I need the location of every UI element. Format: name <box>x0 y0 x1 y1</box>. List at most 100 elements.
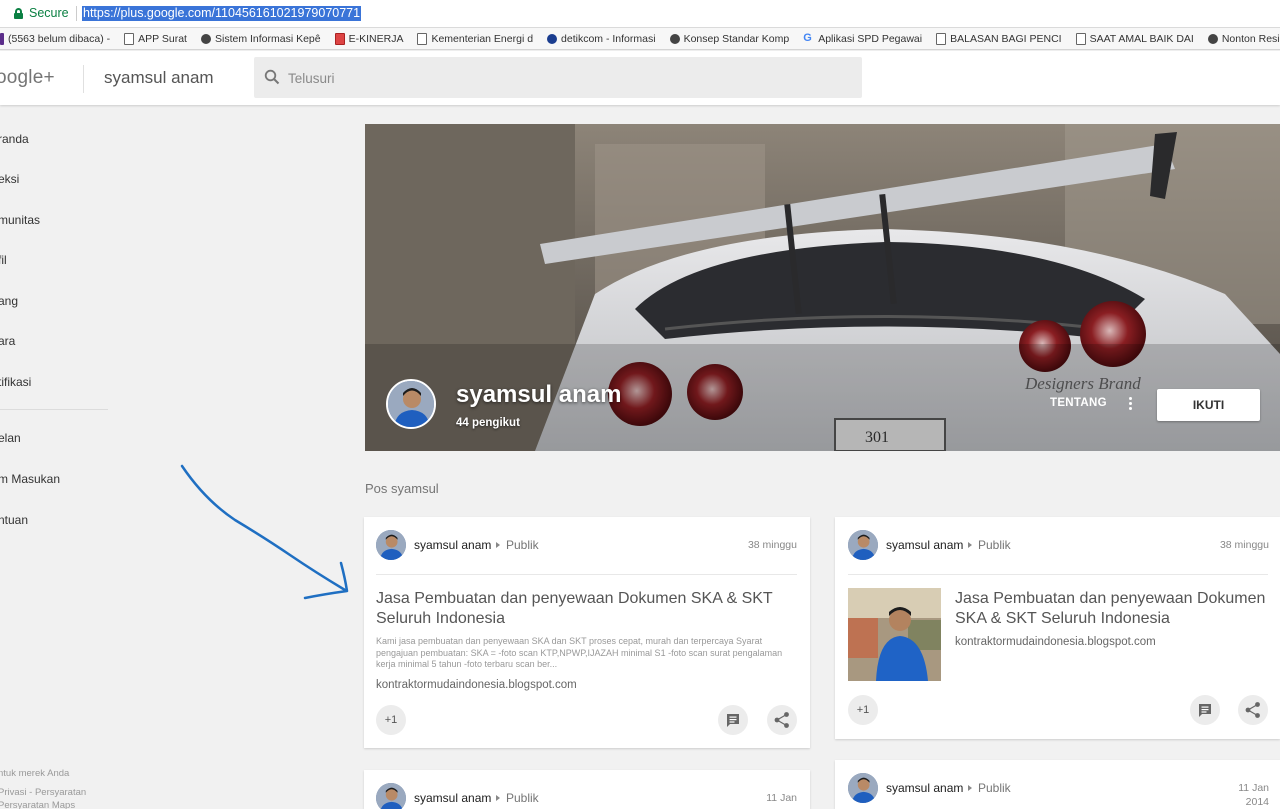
bookmark-label: Sistem Informasi Kepê <box>214 32 321 45</box>
thumbnail-photo <box>848 588 941 681</box>
post-card: syamsul anam Publik 38 minggu Jasa Pembu… <box>364 517 810 748</box>
avatar-photo <box>848 773 878 803</box>
bookmark-label: (5563 belum dibaca) - <box>8 32 111 45</box>
sidebar-footer-link[interactable]: Privasi - Persyaratan <box>0 787 86 798</box>
bookmark-item[interactable]: detikcom - Informasi <box>547 33 656 45</box>
share-button[interactable] <box>767 705 797 735</box>
secure-label: Secure <box>29 6 69 20</box>
avatar-photo <box>848 530 878 560</box>
comment-button[interactable] <box>718 705 748 735</box>
chevron-right-icon <box>968 785 972 791</box>
sidebar-item-profil[interactable]: fil <box>0 253 7 267</box>
avatar-photo <box>376 530 406 560</box>
post-author[interactable]: syamsul anam <box>886 538 963 552</box>
sidebar-item-orang[interactable]: ang <box>0 294 18 308</box>
post-time-year: 2014 <box>1245 796 1269 808</box>
share-button[interactable] <box>1238 695 1268 725</box>
page-icon <box>1075 32 1086 45</box>
address-divider <box>76 6 77 21</box>
post-time[interactable]: 11 Jan <box>766 792 797 804</box>
emblem-icon <box>200 33 211 44</box>
bookmark-label: BALASAN BAGI PENCI <box>950 32 1062 45</box>
post-author[interactable]: syamsul anam <box>886 781 963 795</box>
bookmark-label: E-KINERJA <box>348 32 404 45</box>
card-divider <box>848 574 1268 575</box>
sidebar-footer-link[interactable]: Persyaratan Maps <box>0 800 75 809</box>
link-domain[interactable]: kontraktormudaindonesia.blogspot.com <box>955 636 1156 648</box>
page-title: syamsul anam <box>104 68 214 87</box>
post-visibility: Publik <box>978 538 1011 552</box>
chevron-right-icon <box>496 795 500 801</box>
bookmark-label: Aplikasi SPD Pegawai <box>818 32 923 45</box>
link-title[interactable]: Jasa Pembuatan dan penyewaan Dokumen SKA… <box>376 589 796 629</box>
bookmarks-bar: (5563 belum dibaca) - APP Surat Sistem I… <box>0 28 1280 50</box>
bookmark-item[interactable]: Konsep Standar Komp <box>669 32 790 45</box>
bookmark-item[interactable]: BALASAN BAGI PENCI <box>936 32 1062 45</box>
about-button[interactable]: TENTANG <box>1050 397 1107 409</box>
link-thumbnail[interactable] <box>848 588 941 681</box>
follower-count[interactable]: 44 pengikut <box>456 417 520 429</box>
page-icon <box>124 32 135 45</box>
share-icon <box>1245 702 1260 718</box>
link-title[interactable]: Jasa Pembuatan dan penyewaan Dokumen SKA… <box>955 589 1267 629</box>
sidebar-item-setelan[interactable]: elan <box>0 431 21 445</box>
bookmark-item[interactable]: E-KINERJA <box>334 32 404 45</box>
sidebar-item-koleksi[interactable]: eksi <box>0 172 19 186</box>
bookmark-item[interactable]: Kementerian Energi d <box>417 32 534 45</box>
post-time[interactable]: 38 minggu <box>748 539 797 551</box>
bookmark-item[interactable]: (5563 belum dibaca) - <box>0 32 111 45</box>
post-time[interactable]: 11 Jan <box>1238 782 1269 794</box>
bookmark-item[interactable]: APP Surat <box>124 32 187 45</box>
avatar[interactable] <box>376 783 406 809</box>
app-header: oogle+ syamsul anam <box>0 51 1280 105</box>
secure-indicator[interactable]: Secure <box>14 6 69 20</box>
bookmark-label: Kementerian Energi d <box>431 32 534 45</box>
post-card: syamsul anam Publik 11 Jan <box>364 770 810 809</box>
post-author[interactable]: syamsul anam <box>414 791 491 805</box>
avatar-photo <box>388 381 434 427</box>
post-card: syamsul anam Publik 11 Jan 2014 <box>835 760 1280 809</box>
avatar[interactable] <box>376 530 406 560</box>
profile-avatar[interactable] <box>386 379 436 429</box>
plus-one-button[interactable]: +1 <box>848 695 878 725</box>
sidebar-item-acara[interactable]: ara <box>0 334 15 348</box>
profile-cover: 301 Designers Brand syamsul anam 44 peng… <box>365 124 1280 451</box>
film-icon <box>1207 33 1218 44</box>
bookmark-item[interactable]: G Aplikasi SPD Pegawai <box>803 33 922 45</box>
bookmark-item[interactable]: Sistem Informasi Kepê <box>200 32 321 45</box>
follow-button[interactable]: IKUTI <box>1157 389 1260 421</box>
comment-button[interactable] <box>1190 695 1220 725</box>
search-box[interactable] <box>254 57 862 98</box>
share-icon <box>774 712 789 728</box>
post-time[interactable]: 38 minggu <box>1220 539 1269 551</box>
sidebar-footer-link[interactable]: ntuk merek Anda <box>0 768 69 779</box>
post-visibility: Publik <box>978 781 1011 795</box>
post-visibility: Publik <box>506 791 539 805</box>
bookmark-label: Konsep Standar Komp <box>683 32 790 45</box>
search-input[interactable] <box>288 68 848 88</box>
plus-one-button[interactable]: +1 <box>376 705 406 735</box>
avatar[interactable] <box>848 530 878 560</box>
browser-address-bar: Secure https://plus.google.com/110456161… <box>0 0 1280 28</box>
link-description: Kami jasa pembuatan dan penyewaan SKA da… <box>376 636 783 669</box>
post-author[interactable]: syamsul anam <box>414 538 491 552</box>
sidebar-item-beranda[interactable]: randa <box>0 132 29 146</box>
more-options-icon[interactable] <box>1125 396 1135 414</box>
link-domain[interactable]: kontraktormudaindonesia.blogspot.com <box>376 679 577 691</box>
google-plus-logo[interactable]: oogle+ <box>0 67 55 89</box>
url-field[interactable]: https://plus.google.com/1104561610219790… <box>82 6 362 21</box>
sidebar-item-notifikasi[interactable]: tifikasi <box>0 375 31 389</box>
ekinerja-icon <box>334 32 345 45</box>
sidebar-item-bantuan[interactable]: ntuan <box>0 513 28 527</box>
page-icon <box>936 32 947 45</box>
avatar[interactable] <box>848 773 878 803</box>
bookmark-item[interactable]: SAAT AMAL BAIK DAI <box>1075 32 1194 45</box>
avatar-photo <box>376 783 406 809</box>
sidebar-item-kirim-masukan[interactable]: m Masukan <box>0 472 60 486</box>
posts-section-title: Pos syamsul <box>365 481 439 496</box>
post-card: syamsul anam Publik 38 minggu Jasa Pembu… <box>835 517 1280 739</box>
annotation-arrow-icon <box>180 464 349 600</box>
sidebar-item-komunitas[interactable]: munitas <box>0 213 40 227</box>
bookmark-item[interactable]: Nonton Resident Evil <box>1207 33 1280 45</box>
mail-icon <box>0 32 4 45</box>
